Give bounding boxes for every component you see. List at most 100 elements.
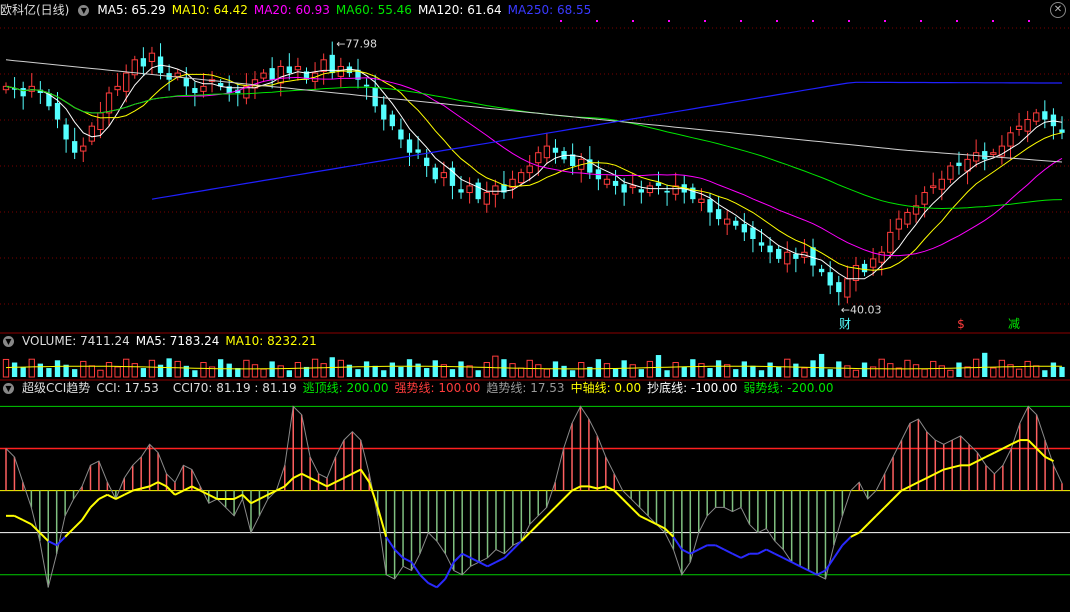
volume-bar [569, 370, 576, 377]
volume-bar [226, 363, 232, 377]
cci-trend-segment [1027, 439, 1038, 450]
cci-trend-segment [681, 548, 691, 555]
cci-trend-segment [597, 485, 607, 490]
cci-trend-segment [284, 477, 294, 488]
candle-body [793, 253, 799, 259]
cci-trend-segment [22, 519, 32, 526]
volume-bar [123, 358, 130, 378]
volume-bar [372, 365, 378, 377]
cci-trend-segment [98, 493, 108, 500]
candle-body [938, 178, 945, 190]
volume-bar [878, 358, 885, 378]
cci-trend-segment [875, 506, 886, 517]
cci-trend-segment [698, 544, 708, 551]
cci-trend-segment [419, 574, 430, 584]
main-title: 欧科亿(日线) [0, 3, 70, 17]
volume-bar [844, 365, 851, 378]
cci-trend-segment [723, 548, 733, 555]
cci-trend-segment [740, 552, 750, 559]
chevron-down-icon[interactable]: ▼ [78, 4, 90, 16]
cci-trend-segment [909, 481, 919, 488]
cci-trend-segment [841, 536, 852, 547]
volume-bar [698, 363, 705, 378]
cci-trend-segment [1010, 439, 1021, 446]
cci-trend-segment [715, 544, 725, 551]
volume-bar [638, 369, 644, 377]
candle-body [526, 165, 533, 174]
volume-readout: VOLUME: 7411.24 [22, 334, 130, 348]
candle-body [260, 72, 267, 79]
candle-body [664, 190, 670, 193]
chevron-down-icon[interactable]: ▼ [3, 382, 14, 394]
cci-trend-segment [968, 460, 978, 467]
cci-trend-segment [258, 493, 269, 500]
candle-body [869, 258, 877, 268]
candle-body [535, 152, 542, 164]
cci-trend-segment [757, 548, 767, 555]
volume-bar [381, 370, 387, 377]
event-dot [992, 20, 994, 22]
cci-trend-segment [1044, 456, 1054, 463]
volume-bar [733, 369, 739, 377]
cci-trend-segment [883, 498, 894, 509]
escape-line-readout: 逃顶线: 200.00 [302, 381, 389, 395]
cci-trend-segment [174, 489, 184, 496]
volume-bar [827, 369, 833, 377]
event-dot [596, 20, 598, 22]
volume-bar [37, 363, 44, 377]
candle-body [517, 172, 525, 184]
event-dot [560, 20, 562, 22]
cci-trend-segment [250, 498, 260, 505]
volume-bar [681, 366, 687, 377]
cci-trend-segment [72, 519, 83, 530]
cci-trend-segment [672, 536, 683, 551]
volume-bar [690, 359, 696, 377]
candle-body [492, 185, 499, 195]
cci-outline [5, 405, 1063, 588]
volume-bar [818, 353, 825, 377]
candle-body [810, 247, 816, 266]
candle-body [629, 185, 636, 189]
candle-body [750, 227, 756, 239]
candle-body [183, 78, 189, 87]
volume-bar [982, 352, 988, 377]
volume-bar [603, 363, 611, 378]
candle-body [269, 68, 275, 80]
volume-bar [715, 360, 722, 377]
cci-trend-segment [39, 531, 49, 542]
close-icon[interactable]: ✕ [1050, 2, 1066, 18]
event-dot [668, 20, 670, 22]
cci-trend-segment [545, 506, 556, 517]
chevron-down-icon[interactable]: ▼ [3, 335, 14, 347]
cci-trend-segment [55, 536, 66, 547]
volume-bar [251, 364, 259, 378]
candle-body [964, 158, 971, 172]
volume-bar [157, 364, 164, 377]
candle-body [114, 85, 121, 91]
volume-bar [88, 365, 96, 378]
candle-body [415, 149, 421, 153]
volume-bar [517, 367, 525, 378]
cci-trend-segment [503, 548, 514, 559]
volume-bar [956, 362, 962, 377]
cci-trend-segment [81, 506, 92, 521]
candle-body [715, 209, 722, 220]
candle-body [990, 152, 997, 155]
volume-bar [217, 359, 224, 377]
candle-body [621, 184, 627, 193]
volume-bar [46, 368, 52, 377]
candle-body [878, 251, 885, 263]
cci-trend-segment [478, 561, 488, 568]
cci-trend-segment [436, 578, 447, 589]
event-dot [776, 20, 778, 22]
event-dot [740, 20, 742, 22]
cci-trend-segment [157, 481, 167, 488]
cci-trend-segment [571, 485, 581, 492]
candle-body [381, 104, 387, 120]
volume-bar [836, 361, 842, 377]
cci-trend-segment [866, 515, 877, 525]
volume-bar [80, 360, 87, 378]
event-label: 财 [839, 317, 851, 331]
volume-bar [655, 355, 662, 377]
volume-ma10-readout: MA10: 8232.21 [225, 334, 317, 348]
